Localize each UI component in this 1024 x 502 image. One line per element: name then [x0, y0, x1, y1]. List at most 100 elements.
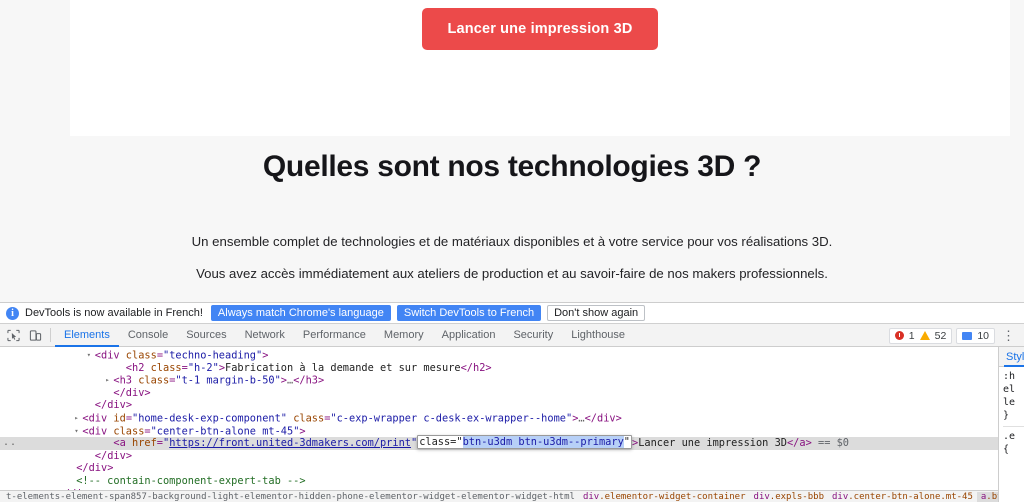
- code-token: class: [144, 361, 182, 374]
- tab-console[interactable]: Console: [119, 324, 177, 347]
- tab-application[interactable]: Application: [433, 324, 505, 347]
- code-token: class: [119, 349, 157, 362]
- lancer-impression-3d-button[interactable]: Lancer une impression 3D: [421, 8, 659, 50]
- code-token: class: [132, 374, 170, 387]
- attribute-edit-suffix: ": [623, 436, 630, 449]
- error-icon: [894, 331, 904, 340]
- page-title: Quelles sont nos technologies 3D ?: [262, 150, 762, 183]
- breadcrumb-tag: div: [582, 492, 600, 502]
- dom-tree-pane: ▾ <div class="techno-heading"> <h2 class="…: [0, 347, 998, 502]
- error-warning-counter[interactable]: 1 52: [888, 327, 953, 344]
- code-token: >: [125, 449, 133, 462]
- code-token: div: [107, 399, 126, 412]
- code-token: Fabrication à la demande et sur mesure: [225, 361, 461, 374]
- devtools-panel: i DevTools is now available in French! A…: [0, 302, 1024, 502]
- devtools-tabstrip: Elements Console Sources Network Perform…: [0, 324, 1024, 347]
- code-token: "home-desk-exp-component": [132, 412, 287, 425]
- dom-tree[interactable]: ▾ <div class="techno-heading"> <h2 class="…: [0, 347, 998, 502]
- code-token: </: [76, 462, 89, 475]
- dom-row[interactable]: </div>: [0, 399, 998, 412]
- breadcrumb-item[interactable]: a.btn-u3dm.btn-u3dm--primary: [976, 492, 998, 502]
- dom-row[interactable]: ▸ <h3 class="t-1 margin-b-50">…</h3>: [0, 374, 998, 387]
- code-token: >: [144, 386, 151, 399]
- code-token: >: [107, 462, 114, 475]
- code-token: "c-exp-wrapper c-desk-ex-wrapper--home": [330, 412, 573, 425]
- infobar-message: DevTools is now available in French!: [25, 307, 203, 319]
- code-token: h3: [119, 374, 132, 387]
- breadcrumb-tag: div: [753, 492, 770, 502]
- dom-row[interactable]: <h2 class="h-2">Fabrication à la demande…: [0, 362, 998, 375]
- code-token: div: [101, 349, 120, 362]
- hero-white-card: Lancer une impression 3D: [70, 0, 1010, 136]
- tab-network[interactable]: Network: [236, 324, 294, 347]
- message-count: 10: [977, 329, 989, 342]
- code-token: href: [125, 437, 157, 450]
- dom-row[interactable]: </div>: [0, 387, 998, 400]
- always-match-language-button[interactable]: Always match Chrome's language: [210, 305, 391, 321]
- breadcrumb[interactable]: t-elements-element-span857-background-li…: [0, 490, 998, 502]
- code-token: >: [262, 349, 269, 362]
- screen-root: Lancer une impression 3D Quelles sont no…: [0, 0, 1024, 502]
- tab-security[interactable]: Security: [504, 324, 562, 347]
- code-token: >: [615, 412, 622, 425]
- breadcrumb-item[interactable]: div.expls-bbb: [750, 492, 828, 502]
- code-token: div: [88, 462, 108, 475]
- code-token: </: [460, 361, 473, 374]
- code-token: >: [125, 399, 133, 412]
- code-token: == $0: [811, 437, 849, 450]
- tab-lighthouse[interactable]: Lighthouse: [562, 324, 634, 347]
- device-toolbar-icon[interactable]: [24, 325, 46, 345]
- breadcrumb-item[interactable]: t-elements-element-span857-background-li…: [2, 492, 579, 502]
- code-token: id: [107, 412, 126, 425]
- page-subtitle-paragraph: Un ensemble complet de technologies et d…: [191, 234, 833, 282]
- info-icon: i: [6, 306, 19, 320]
- code-token: "h-2": [187, 361, 219, 374]
- inspect-element-icon[interactable]: [2, 325, 24, 345]
- warning-icon: [919, 331, 930, 340]
- code-token: div: [88, 424, 108, 437]
- code-token: h2: [473, 361, 486, 374]
- dom-row[interactable]: </div>: [0, 450, 998, 463]
- message-counter[interactable]: 10: [956, 327, 995, 344]
- cta-container: Lancer une impression 3D: [70, 0, 1010, 50]
- style-rule-line: :h: [1003, 371, 1016, 382]
- dom-row[interactable]: </div>: [0, 462, 998, 475]
- attribute-edit-prefix: class=": [419, 436, 463, 449]
- code-token: div: [88, 412, 108, 425]
- code-token: h2: [132, 361, 145, 374]
- breadcrumb-item[interactable]: div.elementor-widget-container: [579, 492, 750, 502]
- style-rule-line: le: [1003, 397, 1016, 408]
- devtools-locale-infobar: i DevTools is now available in French! A…: [0, 303, 1024, 324]
- toolbar-divider: [50, 328, 51, 342]
- dont-show-again-button[interactable]: Don't show again: [547, 305, 646, 321]
- breadcrumb-tag: div: [831, 492, 849, 502]
- code-token: div: [125, 386, 145, 399]
- style-rule-line: el: [1003, 384, 1016, 395]
- more-options-icon[interactable]: ⋮: [999, 329, 1018, 342]
- dom-row[interactable]: <!-- contain-component-expert-tab -->: [0, 475, 998, 488]
- dom-row[interactable]: ▸ <div id="home-desk-exp-component" class…: [0, 412, 998, 425]
- code-token[interactable]: https://front.united-3dmakers.com/print: [169, 437, 411, 449]
- code-token: "techno-heading": [163, 349, 263, 362]
- styles-tabstrip: Styles: [999, 347, 1024, 367]
- code-token: Lancer une impression 3D: [638, 437, 787, 450]
- dom-row-selected[interactable]: .. <a href="https://front.united-3dmakers…: [0, 435, 998, 450]
- tab-sources[interactable]: Sources: [177, 324, 235, 347]
- tab-elements[interactable]: Elements: [55, 324, 119, 347]
- dom-row[interactable]: ▾ <div class="techno-heading">: [0, 349, 998, 362]
- expand-triangle-open-icon[interactable]: ▾: [87, 349, 95, 362]
- tab-memory[interactable]: Memory: [375, 324, 433, 347]
- breadcrumb-item[interactable]: div.center-btn-alone.mt-45: [828, 492, 977, 502]
- devtools-body: ▾ <div class="techno-heading"> <h2 class="…: [0, 347, 1024, 502]
- attribute-edit-field[interactable]: class="btn-u3dm btn-u3dm--primary": [417, 435, 632, 450]
- code-token: h3: [305, 374, 319, 387]
- code-token: </: [786, 437, 800, 450]
- breadcrumb-class: .center-btn-alone.mt-45: [848, 492, 973, 502]
- attribute-edit-selection: btn-u3dm btn-u3dm--primary: [462, 436, 624, 449]
- tab-styles[interactable]: Styles: [1004, 347, 1024, 367]
- switch-devtools-to-french-button[interactable]: Switch DevTools to French: [396, 305, 542, 321]
- code-token: "t-1 margin-b-50": [175, 374, 281, 387]
- tab-performance[interactable]: Performance: [294, 324, 375, 347]
- collapsed-siblings-icon: ..: [3, 437, 18, 449]
- code-token: div: [107, 449, 126, 462]
